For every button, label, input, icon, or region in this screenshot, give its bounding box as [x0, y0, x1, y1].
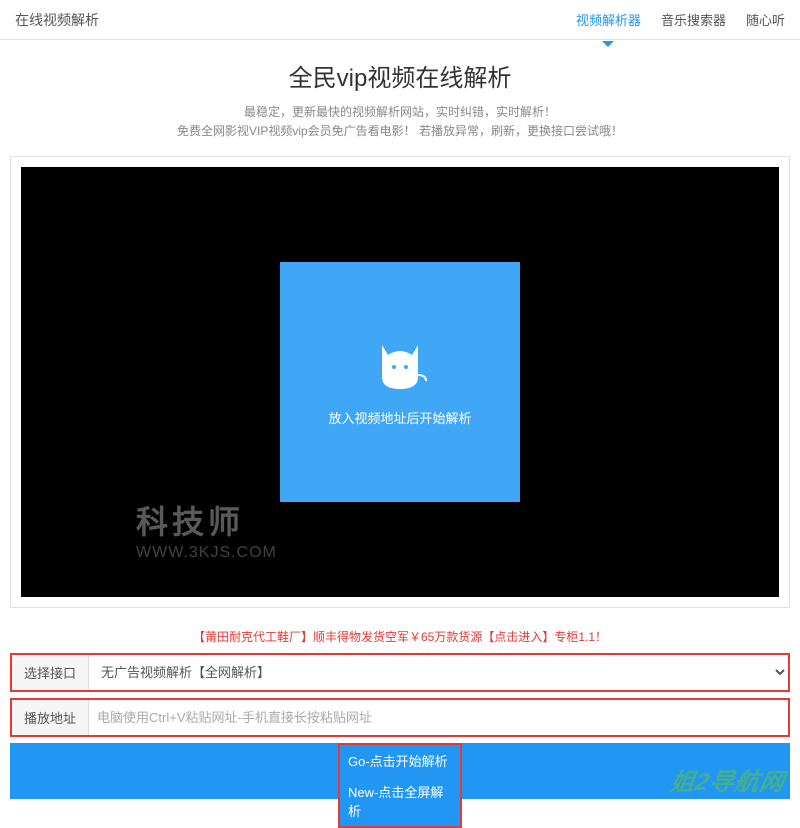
video-player[interactable]: 放入视频地址后开始解析 科技师 WWW.3KJS.COM: [21, 167, 779, 597]
interface-select[interactable]: 无广告视频解析【全网解析】: [89, 655, 788, 690]
nav-music-search[interactable]: 音乐搜索器: [661, 0, 726, 39]
ad-link[interactable]: 【莆田耐克代工鞋厂】顺丰得物发货空军￥65万款货源【点击进入】专柜1.1！: [0, 628, 800, 645]
watermark-main: 科技师: [136, 497, 244, 543]
new-button[interactable]: New-点击全屏解析: [340, 776, 460, 826]
watermark-sub: WWW.3KJS.COM: [136, 544, 277, 562]
video-placeholder: 放入视频地址后开始解析: [280, 262, 520, 502]
header: 在线视频解析 视频解析器 音乐搜索器 随心听: [0, 0, 800, 40]
header-nav: 视频解析器 音乐搜索器 随心听: [576, 0, 785, 39]
subtitle-line2: 免费全网影视VIP视频vip会员免广告看电影！ 若播放异常，刷新，更换接口尝试哦…: [0, 122, 800, 141]
header-title: 在线视频解析: [15, 10, 99, 30]
video-placeholder-text: 放入视频地址后开始解析: [328, 408, 471, 427]
form-section: 选择接口 无广告视频解析【全网解析】 播放地址: [0, 653, 800, 737]
button-area: Go-点击开始解析 New-点击全屏解析 姐2导航网: [0, 743, 800, 799]
cat-icon: [370, 337, 430, 393]
video-container: 放入视频地址后开始解析 科技师 WWW.3KJS.COM: [10, 156, 790, 608]
go-button[interactable]: Go-点击开始解析: [340, 745, 460, 776]
address-label: 播放地址: [12, 700, 89, 735]
address-input[interactable]: [89, 700, 788, 735]
interface-row: 选择接口 无广告视频解析【全网解析】: [10, 653, 790, 692]
subtitle-line1: 最稳定，更新最快的视频解析网站，实时纠错，实时解析！: [0, 103, 800, 122]
nav-video-parser[interactable]: 视频解析器: [576, 0, 641, 39]
interface-label: 选择接口: [12, 655, 89, 690]
page-subtitle: 最稳定，更新最快的视频解析网站，实时纠错，实时解析！ 免费全网影视VIP视频vi…: [0, 103, 800, 141]
nav-listen[interactable]: 随心听: [746, 0, 785, 39]
page-title: 全民vip视频在线解析: [0, 58, 800, 93]
address-row: 播放地址: [10, 698, 790, 737]
